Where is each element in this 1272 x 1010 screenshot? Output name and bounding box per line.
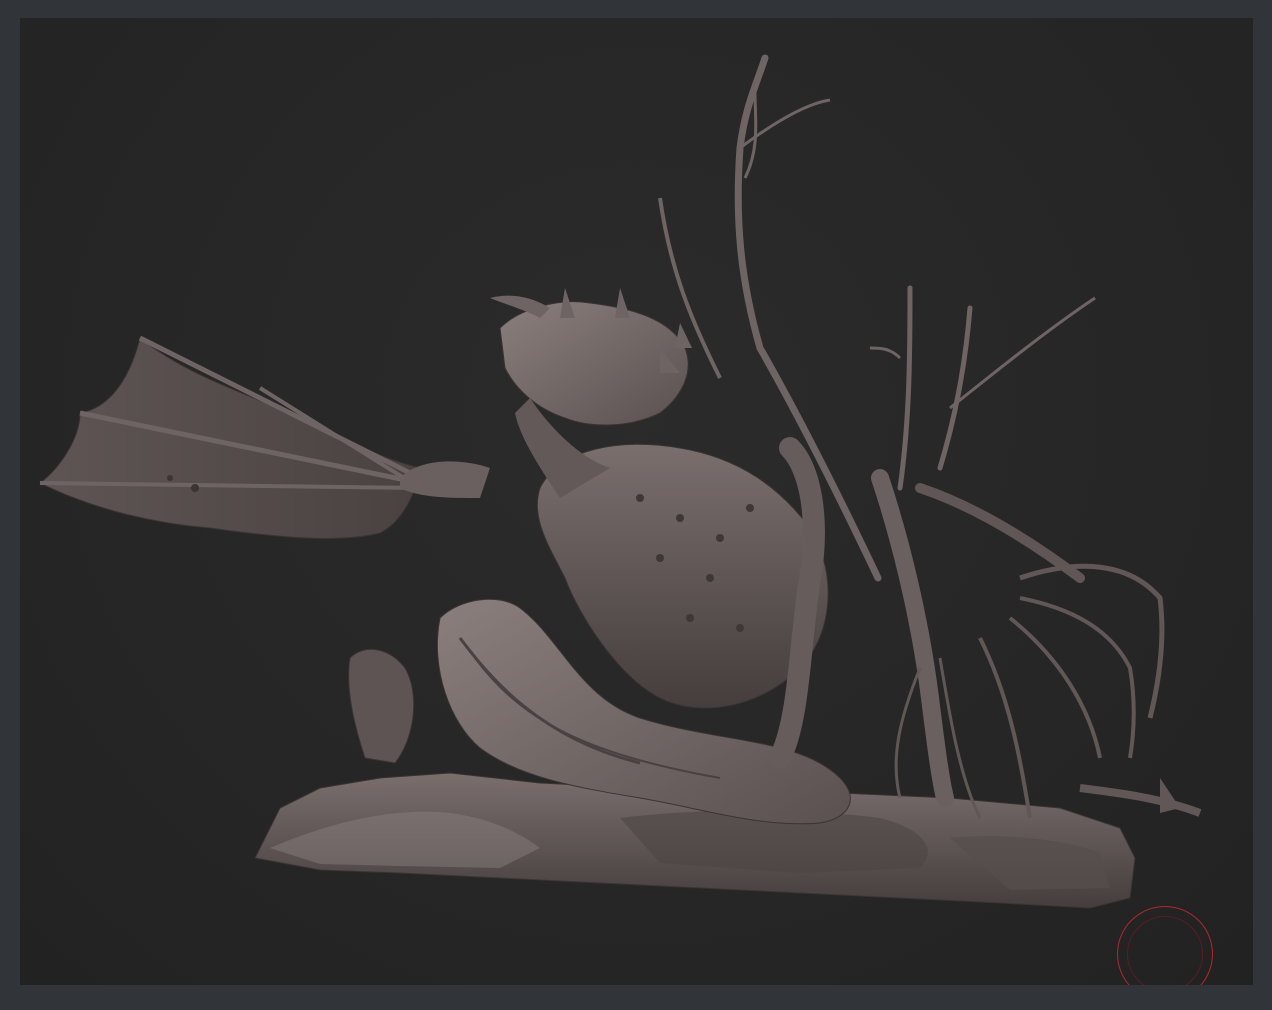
brush-inner-ring bbox=[1127, 916, 1203, 985]
dragon-sculpt-model[interactable] bbox=[20, 18, 1253, 985]
dragon-wing bbox=[39, 335, 490, 539]
app-frame bbox=[0, 0, 1272, 1010]
3d-viewport[interactable] bbox=[20, 18, 1253, 985]
dead-tree bbox=[658, 54, 1202, 819]
